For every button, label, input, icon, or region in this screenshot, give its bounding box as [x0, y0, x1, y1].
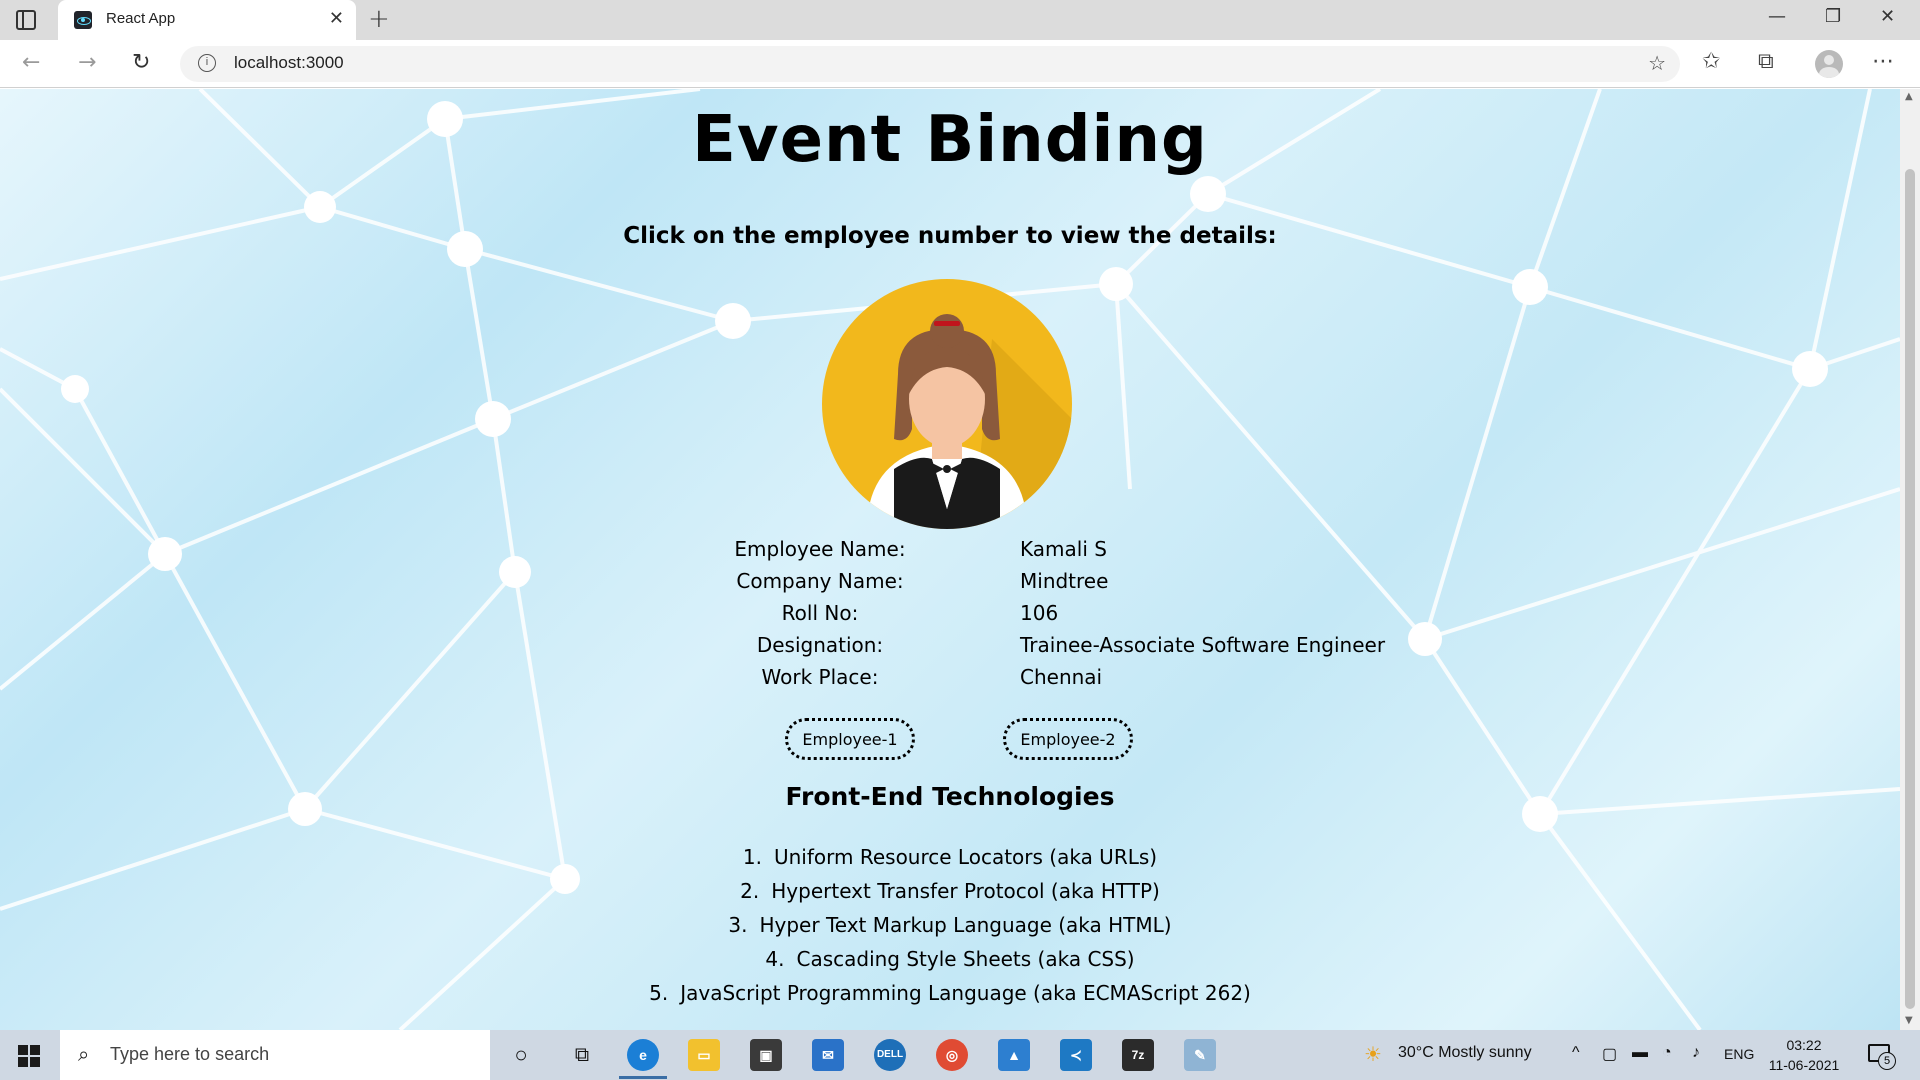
add-favorite-icon[interactable]: ☆: [1648, 51, 1666, 75]
favorites-icon[interactable]: ✩: [1702, 49, 1720, 74]
detail-value: Trainee-Associate Software Engineer: [1020, 633, 1386, 657]
list-text: Hyper Text Markup Language (aka HTML): [759, 913, 1172, 937]
edge-browser-icon[interactable]: e: [627, 1039, 659, 1071]
page-viewport: Event Binding Click on the employee numb…: [0, 89, 1900, 1030]
detail-label: Work Place:: [761, 665, 879, 689]
react-favicon-icon: [74, 11, 92, 29]
detail-value: Chennai: [1020, 665, 1103, 689]
more-options-icon[interactable]: ⋯: [1872, 49, 1894, 74]
list-number: 3.: [728, 913, 748, 937]
restore-icon[interactable]: ❐: [1825, 6, 1841, 27]
search-placeholder: Type here to search: [110, 1044, 270, 1064]
mail-icon[interactable]: ✉: [812, 1039, 844, 1071]
forward-arrow-icon[interactable]: →: [78, 50, 96, 75]
active-app-indicator: [619, 1076, 667, 1079]
battery-icon[interactable]: ▬: [1632, 1044, 1648, 1062]
task-view-icon[interactable]: ⧉: [566, 1039, 598, 1071]
close-window-icon[interactable]: ✕: [1880, 6, 1895, 27]
file-explorer-icon[interactable]: ▭: [688, 1039, 720, 1071]
dell-icon[interactable]: DELL: [874, 1039, 906, 1071]
site-info-icon[interactable]: i: [198, 54, 216, 72]
language-indicator[interactable]: ENG: [1724, 1046, 1754, 1062]
scroll-thumb[interactable]: [1905, 169, 1915, 1009]
weather-sun-icon[interactable]: ☀: [1364, 1042, 1382, 1067]
new-tab-button[interactable]: +: [368, 4, 390, 34]
url-input[interactable]: i localhost:3000 ☆: [180, 46, 1680, 82]
list-text: Cascading Style Sheets (aka CSS): [796, 947, 1135, 971]
list-item: 1. Uniform Resource Locators (aka URLs): [0, 845, 1900, 879]
page-title: Event Binding: [692, 103, 1208, 177]
taskbar-clock[interactable]: 03:22 11-06-2021: [1764, 1035, 1844, 1075]
list-item: 3. Hyper Text Markup Language (aka HTML): [0, 913, 1900, 947]
vscode-icon[interactable]: ≺: [1060, 1039, 1092, 1071]
tab-title: React App: [106, 10, 176, 27]
collections-icon[interactable]: ⧉: [1758, 49, 1774, 74]
list-number: 4.: [765, 947, 785, 971]
tech-heading: Front-End Technologies: [785, 782, 1115, 811]
search-icon: ⌕: [78, 1042, 90, 1066]
list-number: 1.: [742, 845, 762, 869]
clock-time: 03:22: [1786, 1037, 1822, 1053]
clock-date: 11-06-2021: [1768, 1057, 1840, 1073]
tech-list: 1. Uniform Resource Locators (aka URLs) 2…: [0, 845, 1900, 1015]
employee-details: Employee Name: Kamali S Company Name: Mi…: [700, 537, 1400, 697]
weather-text[interactable]: 30°C Mostly sunny: [1398, 1044, 1532, 1062]
detail-value: Kamali S: [1020, 537, 1107, 561]
employee-2-button[interactable]: Employee-2: [1003, 718, 1133, 760]
list-number: 2.: [740, 879, 760, 903]
list-text: JavaScript Programming Language (aka ECM…: [680, 981, 1251, 1005]
detail-label: Company Name:: [736, 569, 904, 593]
browser-address-bar: ← → ↻ i localhost:3000 ☆ ✩ ⧉ ⋯: [0, 40, 1920, 88]
volume-icon[interactable]: ♪: [1692, 1044, 1700, 1062]
url-text: localhost:3000: [234, 53, 344, 72]
detail-row-roll: Roll No: 106: [700, 601, 1400, 633]
tab-actions-icon[interactable]: [16, 10, 36, 30]
page-scrollbar[interactable]: ▲ ▼: [1900, 89, 1920, 1030]
list-number: 5.: [649, 981, 669, 1005]
list-item: 2. Hypertext Transfer Protocol (aka HTTP): [0, 879, 1900, 913]
show-hidden-icons-icon[interactable]: ^: [1572, 1044, 1580, 1062]
windows-taskbar: ⌕ Type here to search ○ ⧉ e ▭ ▣ ✉ DELL ◎…: [0, 1030, 1920, 1080]
reload-icon[interactable]: ↻: [132, 50, 150, 75]
list-item: 4. Cascading Style Sheets (aka CSS): [0, 947, 1900, 981]
detail-label: Roll No:: [781, 601, 859, 625]
detail-label: Designation:: [756, 633, 884, 657]
detail-row-name: Employee Name: Kamali S: [700, 537, 1400, 569]
cortana-icon[interactable]: ○: [505, 1039, 537, 1071]
browser-tab[interactable]: React App ✕: [58, 0, 356, 40]
female-employee-avatar-icon: [822, 279, 1072, 529]
taskbar-search-input[interactable]: ⌕ Type here to search: [60, 1030, 490, 1080]
detail-row-company: Company Name: Mindtree: [700, 569, 1400, 601]
detail-value: 106: [1020, 601, 1059, 625]
windows-start-icon[interactable]: [18, 1045, 40, 1067]
network-icon[interactable]: ◔: [1662, 1044, 1672, 1062]
photos-icon[interactable]: ▲: [998, 1039, 1030, 1071]
list-text: Hypertext Transfer Protocol (aka HTTP): [771, 879, 1160, 903]
meet-now-icon[interactable]: ▢: [1602, 1044, 1617, 1064]
detail-value: Mindtree: [1020, 569, 1109, 593]
back-arrow-icon[interactable]: ←: [22, 50, 40, 75]
list-text: Uniform Resource Locators (aka URLs): [773, 845, 1158, 869]
employee-1-button[interactable]: Employee-1: [785, 718, 915, 760]
profile-avatar-icon[interactable]: [1815, 50, 1843, 78]
main-content: Event Binding Click on the employee numb…: [0, 89, 1900, 1030]
scroll-up-icon[interactable]: ▲: [1905, 91, 1913, 102]
browser-tab-bar: React App ✕ + — ❐ ✕: [0, 0, 1920, 40]
detail-label: Employee Name:: [734, 537, 906, 561]
minimize-icon[interactable]: —: [1768, 6, 1786, 27]
store-icon[interactable]: ▣: [750, 1039, 782, 1071]
instruction-text: Click on the employee number to view the…: [623, 223, 1277, 249]
notepad-icon[interactable]: ✎: [1184, 1039, 1216, 1071]
chrome-icon[interactable]: ◎: [936, 1039, 968, 1071]
close-tab-icon[interactable]: ✕: [329, 8, 344, 29]
detail-row-designation: Designation: Trainee-Associate Software …: [700, 633, 1400, 665]
detail-row-workplace: Work Place: Chennai: [700, 665, 1400, 697]
notification-count-badge: 5: [1878, 1052, 1896, 1070]
7zip-icon[interactable]: 7z: [1122, 1039, 1154, 1071]
scroll-down-icon[interactable]: ▼: [1905, 1015, 1913, 1026]
list-item: 5. JavaScript Programming Language (aka E…: [0, 981, 1900, 1015]
